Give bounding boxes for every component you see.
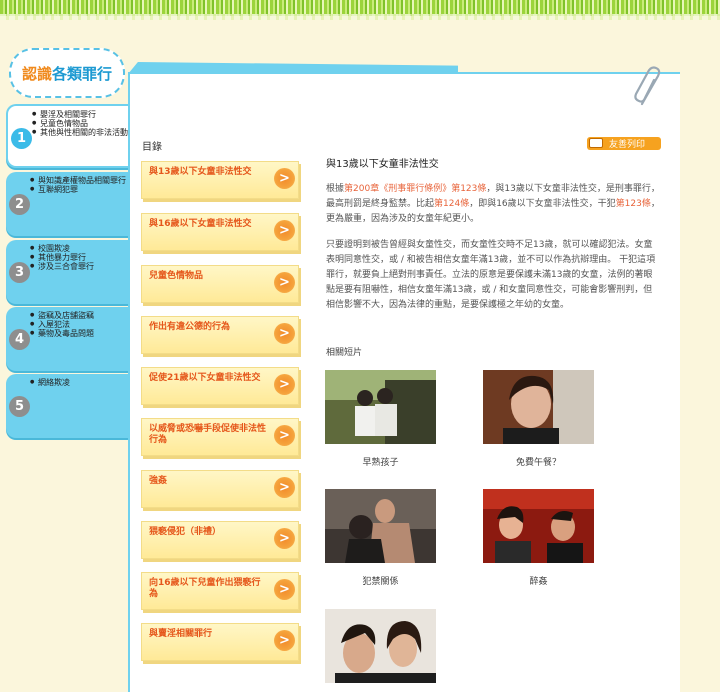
arrow-right-icon: > xyxy=(274,477,295,498)
tab-item[interactable]: 網絡欺凌 xyxy=(30,378,126,387)
toc-item[interactable]: 向16歲以下兒童作出猥褻行為 > xyxy=(141,572,299,610)
arrow-right-icon: > xyxy=(274,374,295,395)
arrow-right-icon: > xyxy=(274,323,295,344)
tab-item[interactable]: 其他與性相關的非法活動 xyxy=(32,128,128,137)
video-thumbnail[interactable] xyxy=(325,489,436,563)
tab-item-list: 盜竊及店舖盜竊 入屋犯法 藥物及毒品問題 xyxy=(30,311,126,338)
toc-item[interactable]: 以威脅或恐嚇手段促使非法性行為 > xyxy=(141,418,299,456)
tab-item[interactable]: 兒童色情物品 xyxy=(32,119,128,128)
tab-item[interactable]: 涉及三合會罪行 xyxy=(30,262,126,271)
tab-item-link[interactable]: 入屋犯法 xyxy=(38,320,70,329)
tab-item[interactable]: 藥物及毒品問題 xyxy=(30,329,126,338)
article-paragraph-1: 根據第200章《刑事罪行條例》第123條，與13歲以下女童非法性交，是刑事罪行，… xyxy=(326,182,660,227)
print-button-label: 友善列印 xyxy=(609,140,646,150)
video-caption[interactable]: 早熟孩子 xyxy=(325,455,436,468)
tab-item-link[interactable]: 其他與性相關的非法活動 xyxy=(40,128,128,137)
toc-item[interactable]: 與賣淫相關罪行 > xyxy=(141,623,299,661)
tab-item-link[interactable]: 盜竊及店舖盜竊 xyxy=(38,311,94,320)
toc-item[interactable]: 與16歲以下女童非法性交 > xyxy=(141,213,299,251)
arrow-right-icon: > xyxy=(274,579,295,600)
toc-item-label: 與16歲以下女童非法性交 xyxy=(149,219,252,229)
tab-item-link[interactable]: 其他暴力罪行 xyxy=(38,253,86,262)
video-thumbnail[interactable] xyxy=(325,370,436,444)
toc-item-label: 以威脅或恐嚇手段促使非法性行為 xyxy=(149,424,267,445)
tab-number-badge: 1 xyxy=(11,128,32,149)
toc-item[interactable]: 強姦 > xyxy=(141,470,299,508)
tab-item[interactable]: 校園欺凌 xyxy=(30,244,126,253)
tab-item-link[interactable]: 嬰淫及相關罪行 xyxy=(40,110,96,119)
toc-item-label: 促使21歲以下女童非法性交 xyxy=(149,373,261,383)
tab-number-badge: 2 xyxy=(9,194,30,215)
video-thumbnail[interactable] xyxy=(483,370,594,444)
toc-label: 目錄 xyxy=(142,142,162,153)
article-title: 與13歲以下女童非法性交 xyxy=(326,159,439,170)
category-tab-5[interactable]: 5 網絡欺凌 xyxy=(6,374,130,438)
tab-item-list: 校園欺凌 其他暴力罪行 涉及三合會罪行 xyxy=(30,244,126,271)
arrow-right-icon: > xyxy=(274,630,295,651)
tab-item[interactable]: 入屋犯法 xyxy=(30,320,126,329)
toc-item[interactable]: 與13歲以下女童非法性交 > xyxy=(141,161,299,199)
category-tab-1[interactable]: 1 嬰淫及相關罪行 兒童色情物品 其他與性相關的非法活動 xyxy=(6,104,130,168)
video-thumbnail[interactable] xyxy=(483,489,594,563)
tab-item[interactable]: 與知識產權物品相關罪行 xyxy=(30,176,126,185)
section-title-part2: 各類罪行 xyxy=(52,64,113,83)
category-tab-2[interactable]: 2 與知識產權物品相關罪行 互聯網犯罪 xyxy=(6,172,130,236)
category-tab-3[interactable]: 3 校園欺凌 其他暴力罪行 涉及三合會罪行 xyxy=(6,240,130,304)
arrow-right-icon: > xyxy=(274,220,295,241)
tab-item-link[interactable]: 兒童色情物品 xyxy=(40,119,88,128)
arrow-right-icon: > xyxy=(274,272,295,293)
print-button[interactable]: 友善列印 xyxy=(587,137,661,150)
arrow-right-icon: > xyxy=(274,425,295,446)
tab-item-link[interactable]: 藥物及毒品問題 xyxy=(38,329,94,338)
arrow-right-icon: > xyxy=(274,528,295,549)
tab-item[interactable]: 其他暴力罪行 xyxy=(30,253,126,262)
tab-number-badge: 5 xyxy=(9,396,30,417)
video-thumbnail[interactable] xyxy=(325,609,436,683)
toc-item[interactable]: 兒童色情物品 > xyxy=(141,265,299,303)
toc-item[interactable]: 猥褻侵犯（非禮） > xyxy=(141,521,299,559)
video-caption[interactable]: 犯禁關係 xyxy=(325,574,436,587)
tab-item-list: 網絡欺凌 xyxy=(30,378,126,387)
video-caption[interactable]: 醉姦 xyxy=(483,574,594,587)
toc-item[interactable]: 促使21歲以下女童非法性交 > xyxy=(141,367,299,405)
paperclip-icon xyxy=(634,66,661,106)
tab-item[interactable]: 互聯網犯罪 xyxy=(30,185,126,194)
tab-item-list: 與知識產權物品相關罪行 互聯網犯罪 xyxy=(30,176,126,194)
printer-icon xyxy=(589,138,603,148)
paragraph-text: 根據 xyxy=(326,184,345,194)
toc-item-label: 兒童色情物品 xyxy=(149,271,204,281)
tab-item-list: 嬰淫及相關罪行 兒童色情物品 其他與性相關的非法活動 xyxy=(32,110,128,137)
toc-item-label: 與13歲以下女童非法性交 xyxy=(149,167,252,177)
arrow-right-icon: > xyxy=(274,168,295,189)
tab-item[interactable]: 盜竊及店舖盜竊 xyxy=(30,311,126,320)
tab-item-link[interactable]: 與知識產權物品相關罪行 xyxy=(38,176,126,185)
article-paragraph-2: 只要證明到被告曾經與女童性交，而女童性交時不足13歲，就可以確認犯法。女童表明同… xyxy=(326,240,656,310)
video-caption[interactable]: 免費午餐？ xyxy=(483,455,594,468)
toc-item-label: 向16歲以下兒童作出猥褻行為 xyxy=(149,578,261,599)
paragraph-text: ，即與16歲以下女童非法性交，干犯 xyxy=(469,199,616,209)
tab-number-badge: 3 xyxy=(9,262,30,283)
toc-item-label: 作出有違公德的行為 xyxy=(149,322,231,332)
tab-item-link[interactable]: 網絡欺凌 xyxy=(38,378,70,387)
toc-item[interactable]: 作出有違公德的行為 > xyxy=(141,316,299,354)
toc-item-label: 與賣淫相關罪行 xyxy=(149,629,213,639)
tab-item-link[interactable]: 互聯網犯罪 xyxy=(38,185,78,194)
header-grass-shadow xyxy=(0,14,720,20)
tab-item[interactable]: 嬰淫及相關罪行 xyxy=(32,110,128,119)
law-link[interactable]: 第123條 xyxy=(616,199,651,209)
toc-item-label: 強姦 xyxy=(149,476,168,486)
category-tab-4[interactable]: 4 盜竊及店舖盜竊 入屋犯法 藥物及毒品問題 xyxy=(6,307,130,371)
law-link[interactable]: 第124條 xyxy=(434,199,469,209)
section-title: 認識 各類罪行 xyxy=(9,48,125,98)
tab-item-link[interactable]: 校園欺凌 xyxy=(38,244,70,253)
law-link[interactable]: 第200章《刑事罪行條例》第123條 xyxy=(344,184,486,194)
toc-item-label: 猥褻侵犯（非禮） xyxy=(149,527,222,537)
tab-item-link[interactable]: 涉及三合會罪行 xyxy=(38,262,94,271)
related-videos-label: 相關短片 xyxy=(326,348,363,358)
section-title-part1: 認識 xyxy=(21,64,52,83)
tab-number-badge: 4 xyxy=(9,329,30,350)
